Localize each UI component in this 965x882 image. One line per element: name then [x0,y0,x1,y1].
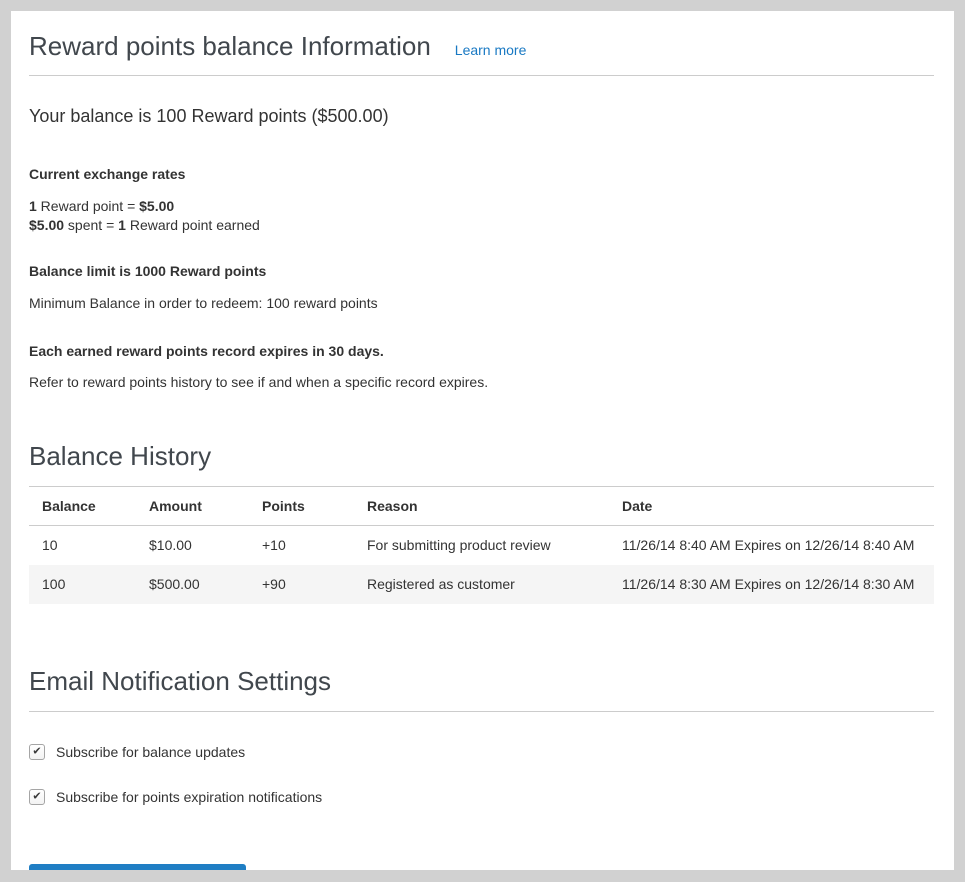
cell-points: +90 [249,565,354,604]
cell-points: +10 [249,526,354,566]
page-title: Reward points balance Information [29,31,431,62]
column-header-amount: Amount [136,487,249,526]
column-header-date: Date [609,487,934,526]
balance-history-heading: Balance History [29,441,934,472]
exchange-rate-spend: $5.00 spent = 1 Reward point earned [29,216,934,235]
earn-rate-points: 1 [29,198,37,214]
expiration-rule-text: Each earned reward points record expires… [29,343,934,359]
content-panel: Reward points balance Information Learn … [11,11,954,870]
balance-summary: Your balance is 100 Reward points ($500.… [29,106,934,127]
balance-limit-text: Balance limit is 1000 Reward points [29,263,934,279]
save-subscription-button[interactable]: Save Subscription Settings [29,864,246,870]
cell-date: 11/26/14 8:40 AM Expires on 12/26/14 8:4… [609,526,934,566]
minimum-redeem-text: Minimum Balance in order to redeem: 100 … [29,295,934,311]
spend-rate-value: $5.00 [29,217,64,233]
cell-reason: For submitting product review [354,526,609,566]
subscription-option-balance-updates[interactable]: Subscribe for balance updates [29,744,934,760]
table-header-row: Balance Amount Points Reason Date [29,487,934,526]
balance-history-table: Balance Amount Points Reason Date 10 $10… [29,486,934,604]
learn-more-link[interactable]: Learn more [455,42,527,58]
subscription-option-expiration-notifications[interactable]: Subscribe for points expiration notifica… [29,789,934,805]
email-settings-heading: Email Notification Settings [29,666,934,712]
spend-rate-text: spent = [64,217,118,233]
exchange-rates-heading: Current exchange rates [29,166,934,182]
column-header-reason: Reason [354,487,609,526]
cell-amount: $500.00 [136,565,249,604]
cell-date: 11/26/14 8:30 AM Expires on 12/26/14 8:3… [609,565,934,604]
cell-balance: 10 [29,526,136,566]
balance-updates-checkbox[interactable] [29,744,45,760]
cell-balance: 100 [29,565,136,604]
option-label[interactable]: Subscribe for balance updates [56,744,245,760]
expiration-notifications-checkbox[interactable] [29,789,45,805]
column-header-balance: Balance [29,487,136,526]
expiration-note-text: Refer to reward points history to see if… [29,374,934,390]
spend-rate-points: 1 [118,217,126,233]
earn-rate-value: $5.00 [139,198,174,214]
option-label[interactable]: Subscribe for points expiration notifica… [56,789,322,805]
table-row: 10 $10.00 +10 For submitting product rev… [29,526,934,566]
cell-amount: $10.00 [136,526,249,566]
page-header: Reward points balance Information Learn … [29,11,934,76]
exchange-rate-earn: 1 Reward point = $5.00 [29,197,934,216]
table-row: 100 $500.00 +90 Registered as customer 1… [29,565,934,604]
cell-reason: Registered as customer [354,565,609,604]
earn-rate-text: Reward point = [37,198,139,214]
column-header-points: Points [249,487,354,526]
spend-rate-suffix: Reward point earned [126,217,260,233]
